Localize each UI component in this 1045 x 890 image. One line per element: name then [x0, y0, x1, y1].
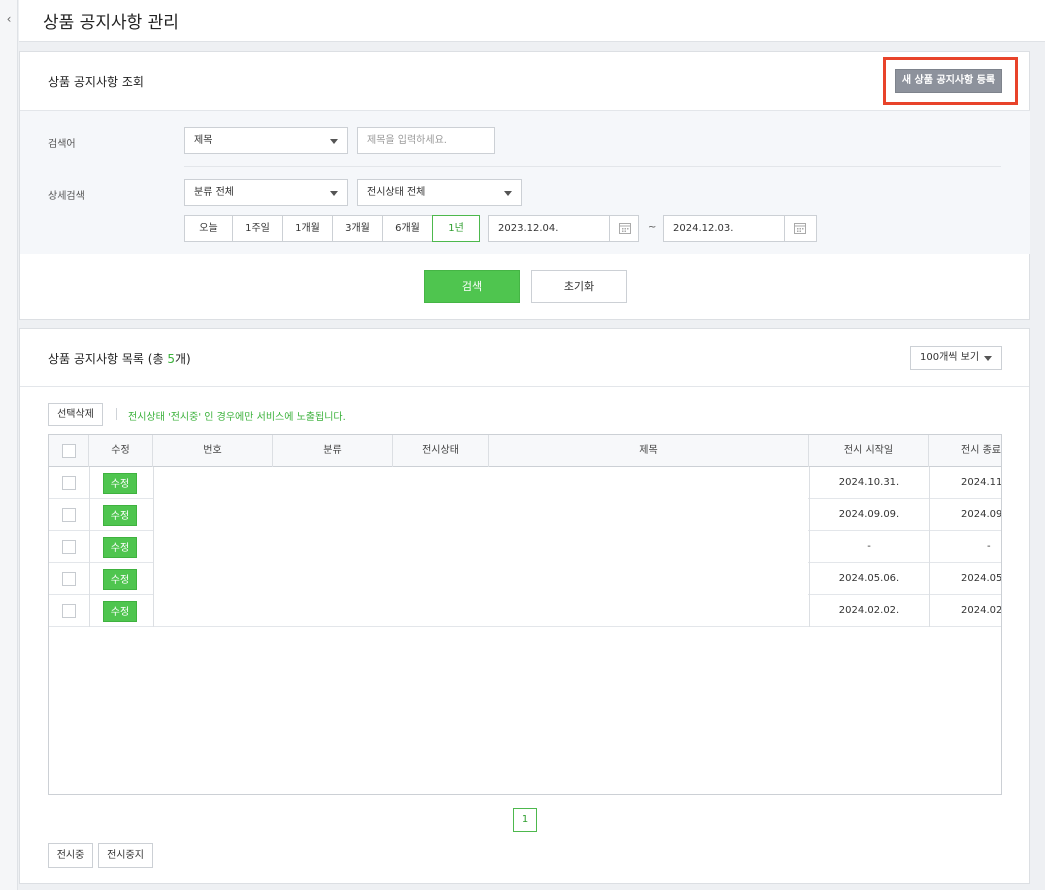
row-checkbox[interactable]: [62, 476, 76, 490]
new-notice-button[interactable]: 새 상품 공지사항 등록: [895, 69, 1002, 93]
col-start-date: 전시 시작일: [809, 435, 929, 467]
page-header: 상품 공지사항 관리: [19, 0, 1045, 42]
search-panel-title: 상품 공지사항 조회: [48, 75, 144, 89]
edit-button[interactable]: 수정: [103, 569, 137, 590]
left-rail: ‹: [0, 0, 18, 890]
col-end-date: 전시 종료: [929, 435, 1001, 467]
list-panel-title: 상품 공지사항 목록 (총 5개): [48, 350, 191, 367]
display-off-button[interactable]: 전시중지: [98, 843, 153, 868]
date-from-input[interactable]: 2023.12.04.: [488, 215, 610, 242]
status-select-value: 전시상태 전체: [367, 187, 426, 198]
start-date-cell: -: [867, 541, 871, 552]
period-3months[interactable]: 3개월: [332, 215, 383, 242]
row-checkbox[interactable]: [62, 572, 76, 586]
end-date-cell: 2024.09.: [961, 509, 1002, 520]
list-head-divider: [20, 386, 1029, 387]
end-date-cell: 2024.11.: [961, 477, 1002, 488]
column-line: [929, 467, 930, 627]
edit-button[interactable]: 수정: [103, 601, 137, 622]
end-date-cell: -: [987, 541, 991, 552]
caret-down-icon: [330, 138, 338, 144]
table-header: 수정 번호 분류 전시상태 제목 전시 시작일 전시 종료: [49, 435, 1001, 467]
search-panel: 상품 공지사항 조회 새 상품 공지사항 등록 검색어 제목 제목을 입력하세요…: [19, 51, 1030, 320]
keyword-label: 검색어: [48, 139, 76, 150]
status-select[interactable]: 전시상태 전체: [357, 179, 522, 206]
keyword-input[interactable]: 제목을 입력하세요.: [357, 127, 495, 154]
col-number: 번호: [153, 435, 273, 467]
search-divider: [184, 166, 1001, 167]
start-date-cell: 2024.09.09.: [838, 509, 900, 520]
reset-button[interactable]: 초기화: [531, 270, 627, 303]
page-button[interactable]: 1: [513, 808, 537, 832]
col-category: 분류: [273, 435, 393, 467]
col-title: 제목: [489, 435, 809, 467]
date-to-input[interactable]: 2024.12.03.: [663, 215, 785, 242]
edit-button[interactable]: 수정: [103, 505, 137, 526]
select-delete-button[interactable]: 선택삭제: [48, 403, 103, 426]
category-select[interactable]: 분류 전체: [184, 179, 348, 206]
header-checkbox-cell: [49, 435, 89, 467]
keyword-type-value: 제목: [194, 135, 213, 146]
search-form: 검색어 제목 제목을 입력하세요. 상세검색 분류 전체 전시상태 전체 오늘 …: [20, 110, 1030, 254]
row-checkbox[interactable]: [62, 604, 76, 618]
end-date-cell: 2024.05.: [961, 573, 1002, 584]
start-date-cell: 2024.02.02.: [838, 605, 900, 616]
start-date-cell: 2024.10.31.: [838, 477, 900, 488]
column-line: [809, 467, 810, 627]
row-checkbox[interactable]: [62, 540, 76, 554]
end-date-cell: 2024.02.: [961, 605, 1002, 616]
row-checkbox[interactable]: [62, 508, 76, 522]
detail-search-label: 상세검색: [48, 191, 85, 202]
period-6months[interactable]: 6개월: [382, 215, 433, 242]
caret-down-icon: [330, 190, 338, 196]
page-size-select[interactable]: 100개씩 보기: [910, 346, 1002, 370]
start-date-cell: 2024.05.06.: [838, 573, 900, 584]
category-select-value: 분류 전체: [194, 187, 234, 198]
display-notice: 전시상태 '전시중' 인 경우에만 서비스에 노출됩니다.: [128, 412, 346, 423]
caret-down-icon: [504, 190, 512, 196]
page-size-value: 100개씩 보기: [920, 352, 980, 363]
display-on-button[interactable]: 전시중: [48, 843, 93, 868]
list-title-prefix: 상품 공지사항 목록 (총: [48, 352, 168, 366]
list-count: 5: [167, 352, 175, 366]
search-button[interactable]: 검색: [424, 270, 520, 303]
edit-button[interactable]: 수정: [103, 473, 137, 494]
edit-button[interactable]: 수정: [103, 537, 137, 558]
calendar-icon[interactable]: [609, 215, 639, 242]
date-range-separator: ~: [648, 222, 657, 233]
page-title: 상품 공지사항 관리: [43, 13, 179, 33]
column-line: [89, 467, 90, 627]
chevron-left-icon[interactable]: ‹: [4, 10, 14, 28]
select-all-checkbox[interactable]: [62, 444, 76, 458]
masked-cells: [154, 468, 808, 620]
calendar-icon[interactable]: [784, 215, 817, 242]
list-title-suffix: 개): [174, 352, 191, 366]
caret-down-icon: [984, 356, 992, 361]
col-edit: 수정: [89, 435, 153, 467]
period-1week[interactable]: 1주일: [232, 215, 283, 242]
keyword-type-select[interactable]: 제목: [184, 127, 348, 154]
notice-divider: [116, 408, 117, 420]
period-1year[interactable]: 1년: [432, 215, 480, 242]
notice-table: 수정 번호 분류 전시상태 제목 전시 시작일 전시 종료 수정 2024.10…: [48, 434, 1002, 795]
col-status: 전시상태: [393, 435, 489, 467]
list-panel: 상품 공지사항 목록 (총 5개) 100개씩 보기 선택삭제 전시상태 '전시…: [19, 328, 1030, 884]
period-1month[interactable]: 1개월: [282, 215, 333, 242]
period-today[interactable]: 오늘: [184, 215, 233, 242]
